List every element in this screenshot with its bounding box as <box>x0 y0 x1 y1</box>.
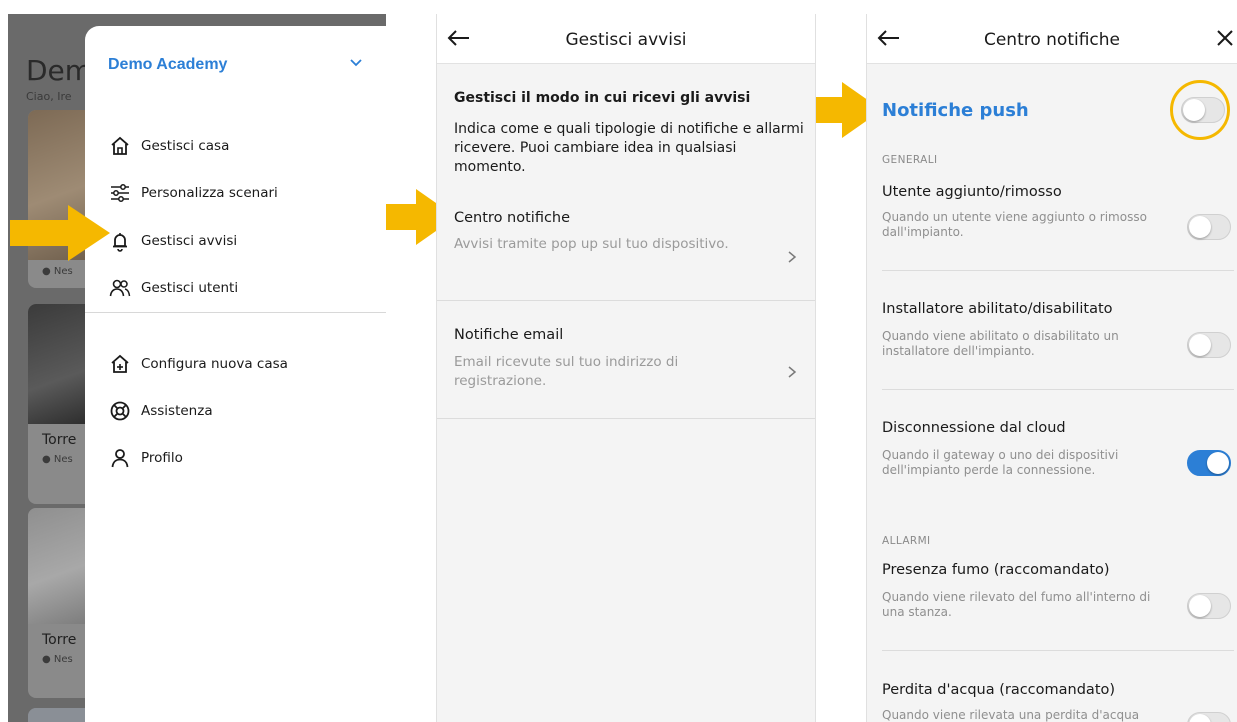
row-description: Quando un utente viene aggiunto o rimoss… <box>882 210 1147 239</box>
close-icon[interactable] <box>1215 28 1235 48</box>
card-status: ● Nes <box>42 266 73 277</box>
push-notifications-label: Notifiche push <box>882 100 1029 121</box>
menu-item-assistenza[interactable]: Assistenza <box>109 399 213 423</box>
toggle-utente-aggiunto[interactable] <box>1187 214 1231 240</box>
option-title: Centro notifiche <box>454 210 571 226</box>
menu-item-profilo[interactable]: Profilo <box>109 446 183 470</box>
option-description: Avvisi tramite pop up sul tuo dispositiv… <box>454 236 729 252</box>
divider <box>437 418 815 419</box>
menu-item-label: Assistenza <box>141 403 213 419</box>
card-label: Torre <box>42 432 77 448</box>
toggle-installatore[interactable] <box>1187 332 1231 358</box>
card-status: ● Nes <box>42 654 73 665</box>
side-drawer: Demo Academy Gestisci casa Personalizza … <box>85 26 386 722</box>
menu-item-label: Gestisci utenti <box>141 280 239 296</box>
drawer-header[interactable]: Demo Academy <box>108 54 363 76</box>
callout-arrow-icon <box>10 205 110 261</box>
row-title: Installatore abilitato/disabilitato <box>882 301 1113 317</box>
lifebuoy-icon <box>110 401 130 421</box>
menu-item-label: Configura nuova casa <box>141 356 288 372</box>
centro-notifiche-screen: Centro notifiche Notifiche push GENERALI… <box>866 14 1237 722</box>
row-description: Quando viene rilevata una perdita d'acqu… <box>882 708 1140 722</box>
page-title: Centro notifiche <box>983 30 1121 50</box>
option-centro-notifiche[interactable]: Centro notifiche Avvisi tramite pop up s… <box>437 194 815 300</box>
intro-heading: Gestisci il modo in cui ricevi gli avvis… <box>454 90 751 106</box>
option-description: Email ricevute sul tuo indirizzo di regi… <box>454 354 679 389</box>
row-title: Perdita d'acqua (raccomandato) <box>882 682 1116 698</box>
section-header-allarmi: ALLARMI <box>882 535 931 547</box>
option-title: Notifiche email <box>454 327 564 343</box>
chevron-right-icon <box>788 366 797 378</box>
row-description: Quando viene rilevato del fumo all'inter… <box>882 590 1151 619</box>
drawer-divider <box>85 312 386 313</box>
divider <box>882 650 1234 651</box>
toggle-disconnessione-cloud[interactable] <box>1187 450 1231 476</box>
divider <box>882 270 1234 271</box>
top-bar: Centro notifiche <box>867 14 1237 64</box>
card-label: Torre <box>42 632 77 648</box>
menu-item-gestisci-avvisi[interactable]: Gestisci avvisi <box>109 229 237 253</box>
menu-item-label: Gestisci casa <box>141 138 230 154</box>
user-icon <box>111 449 129 468</box>
home-add-icon <box>111 354 129 373</box>
chevron-right-icon <box>788 251 797 263</box>
intro-text: Indica come e quali tipologie di notific… <box>454 121 804 175</box>
menu-item-configura-nuova-casa[interactable]: Configura nuova casa <box>109 352 288 376</box>
card-status: ● Nes <box>42 454 73 465</box>
drawer-title: Demo Academy <box>108 56 228 73</box>
sliders-icon <box>111 184 129 202</box>
bell-icon <box>113 233 127 252</box>
row-description: Quando viene abilitato o disabilitato un… <box>882 329 1119 358</box>
divider <box>882 389 1234 390</box>
menu-item-label: Gestisci avvisi <box>141 233 238 249</box>
top-bar: Gestisci avvisi <box>437 14 815 64</box>
app-home-screen-dimmed: Dem Ciao, Ire ● Nes Torre ● Nes Torre ● … <box>8 14 386 722</box>
option-notifiche-email[interactable]: Notifiche email Email ricevute sul tuo i… <box>437 300 815 418</box>
toggle-presenza-fumo[interactable] <box>1187 593 1231 619</box>
menu-item-label: Personalizza scenari <box>141 185 278 201</box>
home-icon <box>111 136 129 155</box>
home-title: Dem <box>26 54 93 87</box>
menu-item-personalizza-scenari[interactable]: Personalizza scenari <box>109 181 278 205</box>
page-title: Gestisci avvisi <box>565 30 687 50</box>
row-title: Presenza fumo (raccomandato) <box>882 562 1110 578</box>
push-notifications-toggle[interactable] <box>1181 97 1225 123</box>
row-title: Utente aggiunto/rimosso <box>882 184 1062 200</box>
section-header-generali: GENERALI <box>882 154 938 166</box>
menu-item-label: Profilo <box>141 450 183 466</box>
gestisci-avvisi-screen: Gestisci avvisi Gestisci il modo in cui … <box>436 14 816 722</box>
users-icon <box>109 279 131 297</box>
toggle-perdita-acqua[interactable] <box>1187 712 1231 722</box>
menu-item-gestisci-casa[interactable]: Gestisci casa <box>109 134 229 158</box>
row-description: Quando il gateway o uno dei dispositivi … <box>882 448 1119 477</box>
home-subtitle: Ciao, Ire <box>26 90 72 103</box>
row-title: Disconnessione dal cloud <box>882 420 1066 436</box>
menu-item-gestisci-utenti[interactable]: Gestisci utenti <box>109 276 238 300</box>
chevron-down-icon[interactable] <box>349 58 363 68</box>
